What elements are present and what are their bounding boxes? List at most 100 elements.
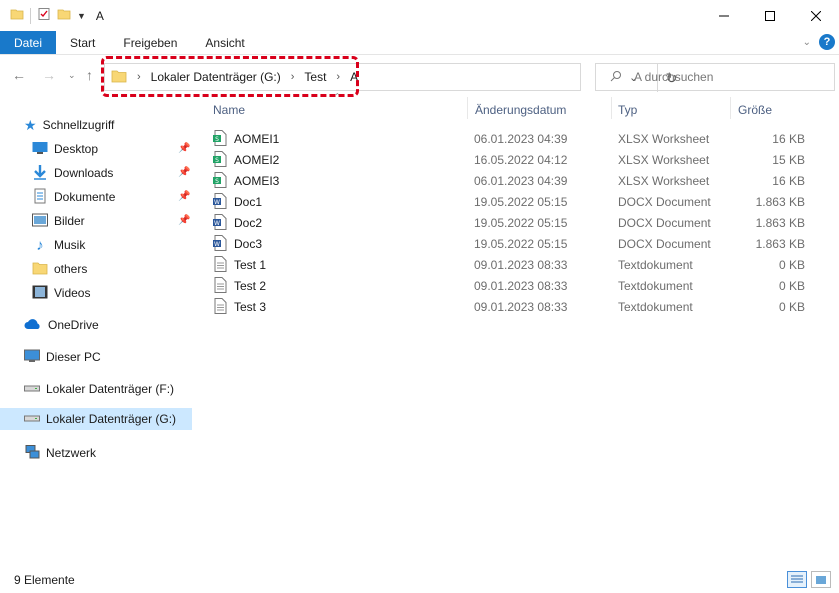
file-date: 09.01.2023 08:33 [474,299,568,314]
breadcrumb-item-test[interactable]: Test [304,70,326,84]
up-arrow-icon[interactable]: ↑ [86,67,93,83]
file-size: 15 KB [772,152,805,167]
column-divider[interactable] [611,97,612,119]
expand-ribbon-icon[interactable]: ⌄ [803,37,811,48]
sidebar-item-bilder[interactable]: Bilder [32,210,85,232]
file-type: Textdokument [618,299,693,314]
file-size: 16 KB [772,173,805,188]
file-name: Doc1 [234,194,263,209]
sidebar-item-label: Netzwerk [46,446,97,460]
file-name: Test 3 [234,299,267,314]
file-size: 0 KB [778,278,805,293]
table-row[interactable]: Test 2 09.01.2023 08:33 Textdokument 0 KB [210,275,815,296]
svg-text:S: S [215,157,219,164]
sidebar-item-drive-f[interactable]: Lokaler Datenträger (F:) [24,378,174,400]
column-header-name[interactable]: Name [213,103,245,117]
details-view-icon[interactable] [787,571,807,588]
quick-access-toolbar: ▼ [0,7,86,24]
table-row[interactable]: Test 3 09.01.2023 08:33 Textdokument 0 KB [210,296,815,317]
excel-file-icon: S [213,151,227,170]
excel-file-icon: S [213,130,227,149]
column-header-date[interactable]: Änderungsdatum [475,103,566,117]
folder-icon[interactable] [10,7,24,24]
tab-freigeben[interactable]: Freigeben [109,31,191,54]
column-divider[interactable] [467,97,468,119]
sidebar-item-desktop[interactable]: Desktop [32,138,98,160]
sidebar-item-quick-access[interactable]: ★ Schnellzugriff [24,114,114,136]
file-date: 19.05.2022 05:15 [474,236,568,251]
word-file-icon: W [213,214,227,233]
window-controls [701,0,839,31]
sidebar-item-onedrive[interactable]: OneDrive [24,314,99,336]
table-row[interactable]: Test 1 09.01.2023 08:33 Textdokument 0 KB [210,254,815,275]
download-icon [32,164,48,183]
file-type: XLSX Worksheet [618,131,710,146]
back-arrow-icon[interactable]: ← [12,67,26,83]
table-row[interactable]: W Doc2 19.05.2022 05:15 DOCX Document 1.863 … [210,212,815,233]
search-placeholder: A durchsuchen [634,70,714,84]
text-file-icon [213,277,227,296]
file-type: Textdokument [618,278,693,293]
file-type: DOCX Document [618,236,711,251]
navigation-pane: ★ Schnellzugriff Desktop 📌 Downloads 📌 D… [0,97,195,565]
close-button[interactable] [793,0,839,31]
tab-start[interactable]: Start [56,31,109,54]
table-row[interactable]: W Doc1 19.05.2022 05:15 DOCX Document 1.863 … [210,191,815,212]
chevron-right-icon[interactable]: › [137,71,141,83]
tab-datei[interactable]: Datei [0,31,57,54]
sidebar-item-videos[interactable]: Videos [32,282,90,304]
chevron-right-icon[interactable]: › [291,71,295,83]
view-switcher [787,571,831,588]
sidebar-item-network[interactable]: Netzwerk [24,442,96,464]
sidebar-item-drive-g[interactable]: Lokaler Datenträger (G:) [0,408,192,430]
forward-arrow-icon[interactable]: → [42,67,56,83]
new-folder-icon[interactable] [57,7,71,24]
pin-icon[interactable]: 📌 [178,215,190,226]
file-size: 1.863 KB [755,215,805,230]
file-type: DOCX Document [618,215,711,230]
sidebar-item-musik[interactable]: ♪ Musik [32,234,85,256]
table-row[interactable]: S AOMEI3 06.01.2023 04:39 XLSX Worksheet 16 … [210,170,815,191]
file-date: 19.05.2022 05:15 [474,215,568,230]
file-size: 0 KB [778,257,805,272]
column-header-size[interactable]: Größe [738,103,772,117]
window-title: A [95,8,104,23]
desktop-icon [32,141,48,158]
pin-icon[interactable]: 📌 [178,143,190,154]
tab-ansicht[interactable]: Ansicht [191,31,258,54]
column-divider[interactable] [730,97,731,119]
file-type: Textdokument [618,257,693,272]
pin-icon[interactable]: 📌 [178,167,190,178]
minimize-button[interactable] [701,0,747,31]
file-name: Test 1 [234,257,267,272]
ribbon-tabs: Datei Start Freigeben Ansicht ⌄ ? [0,31,839,55]
table-row[interactable]: S AOMEI2 16.05.2022 04:12 XLSX Worksheet 15 … [210,149,815,170]
properties-icon[interactable] [37,7,51,24]
table-row[interactable]: S AOMEI1 06.01.2023 04:39 XLSX Worksheet 16 … [210,128,815,149]
file-date: 19.05.2022 05:15 [474,194,568,209]
breadcrumb-item-drive[interactable]: Lokaler Datenträger (G:) [151,70,281,84]
music-icon: ♪ [36,236,44,254]
sidebar-item-this-pc[interactable]: Dieser PC [24,346,101,368]
customize-toolbar-icon[interactable]: ▼ [77,11,86,21]
table-row[interactable]: W Doc3 19.05.2022 05:15 DOCX Document 1.863 … [210,233,815,254]
word-file-icon: W [213,193,227,212]
sidebar-item-downloads[interactable]: Downloads [32,162,113,184]
search-input[interactable]: A durchsuchen [595,63,835,91]
sidebar-item-label: OneDrive [48,318,99,332]
sidebar-item-label: others [54,262,88,276]
recent-locations-icon[interactable]: ⌄ [68,70,76,81]
large-icons-view-icon[interactable] [811,571,831,588]
folder-icon [111,69,127,86]
cloud-icon [24,318,42,333]
chevron-right-icon[interactable]: › [336,71,340,83]
sidebar-item-dokumente[interactable]: Dokumente [32,186,115,208]
pin-icon[interactable]: 📌 [178,191,190,202]
maximize-button[interactable] [747,0,793,31]
help-icon[interactable]: ? [819,34,835,50]
breadcrumb-item-a[interactable]: A [350,70,358,84]
address-bar[interactable]: › Lokaler Datenträger (G:) › Test › A ⌄ … [104,63,677,92]
address-row: ← → ⌄ ↑ › Lokaler Datenträger (G:) › Tes… [0,55,839,97]
sidebar-item-others[interactable]: others [32,258,87,280]
column-header-type[interactable]: Typ [618,103,637,117]
